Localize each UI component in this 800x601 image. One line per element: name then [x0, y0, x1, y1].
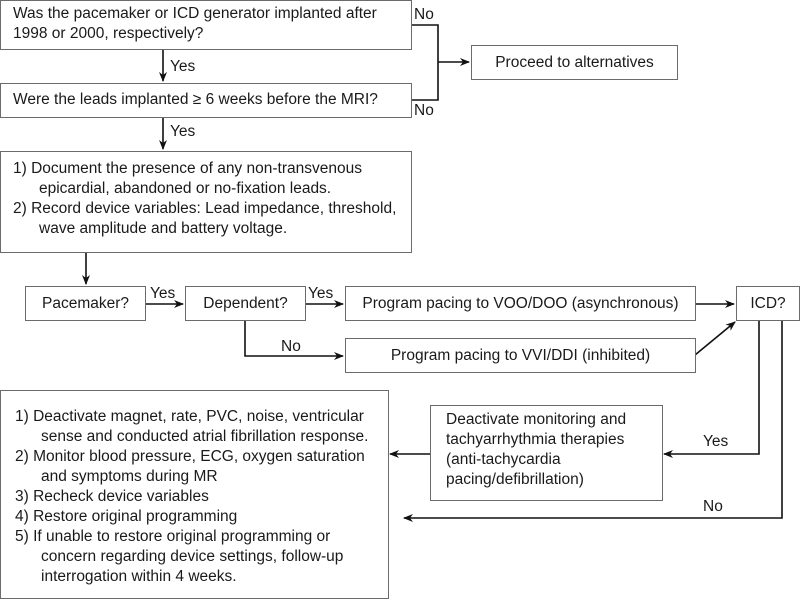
- label-generator-yes: Yes: [170, 58, 196, 75]
- icd-question-box: ICD?: [736, 286, 800, 321]
- final-step-5: 5) If unable to restore original program…: [15, 528, 344, 585]
- proceed-alternatives-box: Proceed to alternatives: [471, 45, 678, 80]
- final-step-4: 4) Restore original programming: [15, 508, 238, 525]
- label-generator-no: No: [414, 6, 434, 23]
- dependent-question-box: Dependent?: [185, 286, 306, 321]
- program-voo-box: Program pacing to VOO/DOO (asynchronous): [345, 286, 696, 321]
- final-step-2: 2) Monitor blood pressure, ECG, oxygen s…: [15, 448, 365, 485]
- document-step-1: 1) Document the presence of any non-tran…: [13, 160, 362, 197]
- generator-question-box: Was the pacemaker or ICD generator impla…: [0, 0, 412, 50]
- final-step-3: 3) Recheck device variables: [15, 488, 209, 505]
- edge-generator-no: [411, 24, 439, 101]
- label-leads-yes: Yes: [170, 123, 196, 140]
- label-pacemaker-yes: Yes: [150, 285, 176, 302]
- label-leads-no: No: [414, 102, 434, 119]
- document-step-2: 2) Record device variables: Lead impedan…: [13, 200, 397, 237]
- label-icd-no: No: [703, 498, 723, 515]
- final-steps-box: 1) Deactivate magnet, rate, PVC, noise, …: [0, 390, 389, 599]
- label-dependent-no: No: [281, 338, 301, 355]
- program-vvi-box: Program pacing to VVI/DDI (inhibited): [345, 338, 696, 373]
- final-step-1: 1) Deactivate magnet, rate, PVC, noise, …: [15, 408, 369, 445]
- label-icd-yes: Yes: [703, 433, 729, 450]
- leads-question-box: Were the leads implanted ≥ 6 weeks befor…: [0, 83, 412, 118]
- edge-vvi-to-icd: [694, 321, 736, 356]
- document-steps-box: 1) Document the presence of any non-tran…: [0, 151, 412, 253]
- pacemaker-question-box: Pacemaker?: [25, 286, 146, 321]
- deactivate-monitoring-box: Deactivate monitoring and tachyarrhythmi…: [430, 405, 663, 501]
- label-dependent-yes: Yes: [308, 285, 334, 302]
